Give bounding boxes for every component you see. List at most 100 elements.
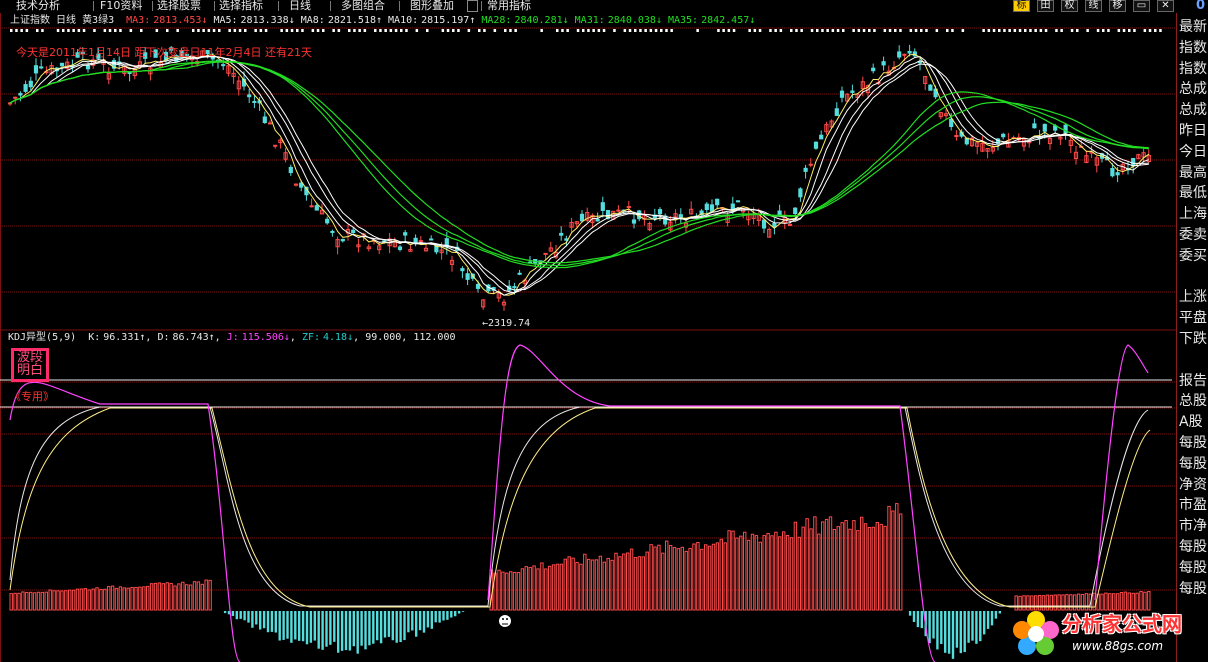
kdj-bar-198 [789, 537, 794, 611]
candle-body-159 [834, 108, 839, 116]
side-panel-row-7: 最高 [1179, 164, 1207, 181]
kdj-bar-197 [785, 534, 790, 611]
kdj-bar-220 [875, 521, 879, 611]
kdj-bar-129 [520, 568, 525, 611]
kdj-bar-246 [979, 611, 982, 642]
dot-112 [592, 29, 595, 32]
kdj-bar-185 [739, 535, 743, 611]
candle-body-51 [273, 144, 278, 147]
dot-150 [790, 29, 793, 32]
side-panel-row-0: 最新 [1179, 19, 1207, 35]
dot-119 [628, 29, 632, 32]
toolbar-daily[interactable]: 日线 [289, 0, 311, 12]
kdj-bar-202 [805, 518, 809, 611]
right-btn-mark[interactable]: 标 [1013, 0, 1030, 12]
kdj-bar-57 [239, 611, 242, 619]
dot-220 [1154, 29, 1157, 32]
kdj-bar-169 [676, 548, 681, 611]
right-btn-close-icon[interactable]: ✕ [1157, 0, 1174, 12]
dot-126 [665, 29, 668, 32]
kdj-bar-152 [610, 559, 614, 611]
candle-body-2 [18, 93, 23, 96]
kdj-bar-30 [126, 587, 130, 611]
kdj-bar-244 [971, 611, 974, 641]
right-btn-minimize-icon[interactable]: ▭ [1133, 0, 1150, 12]
kdj-bar-66 [274, 611, 277, 633]
kdj-bar-58 [243, 611, 246, 621]
dot-47 [254, 29, 257, 32]
kdj-bar-97 [395, 611, 398, 643]
right-btn-line[interactable]: 线 [1085, 0, 1102, 12]
kdj-bar-59 [247, 611, 250, 623]
kdj-bar-235 [936, 611, 939, 650]
dot-113 [597, 29, 601, 32]
dot-72 [384, 29, 387, 32]
ma-number-1: 2813.338 [240, 15, 289, 26]
dot-14 [82, 29, 86, 32]
right-btn-grid-icon[interactable]: 田 [1037, 0, 1054, 12]
candle-body-156 [819, 134, 824, 140]
side-panel-row-21: 每股 [1179, 455, 1207, 472]
dot-111 [587, 29, 590, 32]
ma-short-line-0 [9, 53, 1150, 296]
side-panel-row-23: 市盈 [1179, 497, 1207, 514]
header-note: 今天是2011年1月14日 距下次变盘日11年2月4日 还有21天 [16, 46, 312, 59]
dot-63 [337, 29, 341, 32]
kdj-bar-32 [134, 586, 138, 611]
dot-16 [93, 29, 96, 32]
header-mode: 黄3绿3 [82, 15, 115, 26]
toolbar-tech-analysis[interactable]: 技术分析 [16, 0, 60, 12]
kdj-bar-126 [509, 571, 513, 611]
toolbar-f10[interactable]: F10资料 [100, 0, 142, 12]
dot-166 [873, 29, 876, 32]
kdj-bar-70 [290, 611, 293, 643]
kdj-bar-239 [951, 611, 955, 659]
candle-body-114 [600, 202, 605, 211]
toolbar-common-indicators[interactable]: 常用指标 [487, 0, 531, 12]
toolbar-multi-chart[interactable]: 多图组合 [341, 0, 385, 12]
header-dot-row [10, 29, 1162, 32]
dot-49 [264, 29, 268, 32]
kdj-bar-172 [688, 547, 692, 611]
kdj-d-value: 86.743 [172, 332, 209, 343]
kdj-bar-176 [704, 544, 708, 611]
kdj-bar-103 [418, 611, 422, 631]
toolbar-select-indicator[interactable]: 选择指标 [219, 0, 263, 12]
candle-body-76 [403, 232, 408, 236]
right-btn-move[interactable]: 移 [1109, 0, 1126, 12]
kdj-bar-16 [71, 589, 76, 611]
candle-body-41 [221, 64, 226, 67]
dot-91 [483, 29, 486, 32]
dot-35 [192, 29, 195, 32]
kdj-bar-6 [32, 592, 37, 611]
candle-body-166 [871, 67, 876, 72]
toolbar-select-stock[interactable]: 选择股票 [157, 0, 201, 12]
kdj-bar-144 [579, 563, 583, 611]
side-panel-row-4: 总成 [1179, 102, 1207, 119]
kdj-bar-0 [9, 593, 13, 611]
ma-short-line-1 [9, 55, 1149, 296]
k-line [9, 406, 1149, 607]
dot-40 [218, 29, 221, 32]
toolbar-overlay-icon[interactable] [467, 0, 478, 12]
kdj-bar-132 [532, 565, 536, 611]
kdj-bar-55 [231, 611, 235, 616]
candle-body-181 [949, 118, 954, 128]
dot-132 [696, 29, 699, 32]
dot-54 [290, 29, 294, 32]
kdj-bar-92 [376, 611, 379, 641]
kdj-bar-9 [44, 591, 48, 611]
kdj-bar-146 [587, 558, 591, 611]
toolbar-overlay[interactable]: 图形叠加 [410, 0, 454, 12]
kdj-bar-90 [368, 611, 371, 646]
dot-195 [1024, 29, 1027, 32]
dot-192 [1008, 29, 1011, 32]
badge-note: 《专用》 [10, 390, 54, 403]
ma-arrow-5: ↓ [655, 15, 662, 26]
kdj-bar-125 [505, 572, 509, 611]
right-btn-rights[interactable]: 权 [1061, 0, 1078, 12]
kdj-header: KDJ异型(5,9) K: 96.331↑, D: 86.743↑, J: 115.506… [8, 332, 456, 343]
dot-73 [389, 29, 393, 32]
ma-value-0: MA3: [126, 15, 151, 26]
kdj-bar-79 [325, 611, 328, 647]
